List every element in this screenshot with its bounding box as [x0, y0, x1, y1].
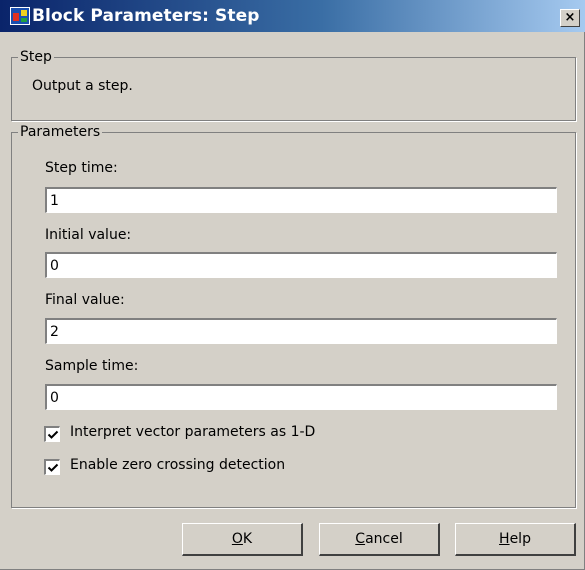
cancel-accel: C — [355, 531, 366, 547]
close-icon: × — [564, 10, 576, 25]
initial-value-label: Initial value: — [45, 227, 132, 243]
ok-rest: K — [242, 531, 253, 547]
simulink-block-icon — [10, 7, 30, 25]
help-accel: H — [499, 531, 510, 547]
block-description: Output a step. — [32, 78, 133, 94]
checkmark-icon — [47, 430, 59, 439]
sample-time-input[interactable]: 0 — [45, 384, 557, 410]
step-time-input[interactable]: 1 — [45, 187, 557, 213]
interpret-vector-checkbox[interactable] — [44, 426, 60, 442]
ok-accel: O — [231, 531, 243, 547]
title-bar[interactable]: Block Parameters: Step × — [0, 0, 585, 32]
help-rest: elp — [509, 531, 531, 547]
checkmark-icon — [47, 463, 59, 472]
step-group-legend: Step — [20, 49, 52, 65]
step-time-label: Step time: — [45, 160, 118, 176]
initial-value-input[interactable]: 0 — [45, 252, 557, 278]
cancel-rest: ancel — [365, 531, 403, 547]
interpret-vector-label[interactable]: Interpret vector parameters as 1-D — [70, 424, 315, 440]
close-button[interactable]: × — [560, 9, 580, 27]
sample-time-label: Sample time: — [45, 358, 139, 374]
cancel-button[interactable]: Cancel — [319, 523, 440, 556]
zero-crossing-checkbox[interactable] — [44, 459, 60, 475]
final-value-label: Final value: — [45, 292, 125, 308]
zero-crossing-label[interactable]: Enable zero crossing detection — [70, 457, 285, 473]
parameters-group: Parameters — [11, 124, 576, 508]
block-parameters-dialog: Block Parameters: Step × Step Output a s… — [0, 0, 585, 570]
ok-button[interactable]: OK — [182, 523, 303, 556]
window-title: Block Parameters: Step — [32, 6, 260, 26]
help-button[interactable]: Help — [455, 523, 576, 556]
parameters-group-legend: Parameters — [20, 124, 101, 140]
final-value-input[interactable]: 2 — [45, 318, 557, 344]
